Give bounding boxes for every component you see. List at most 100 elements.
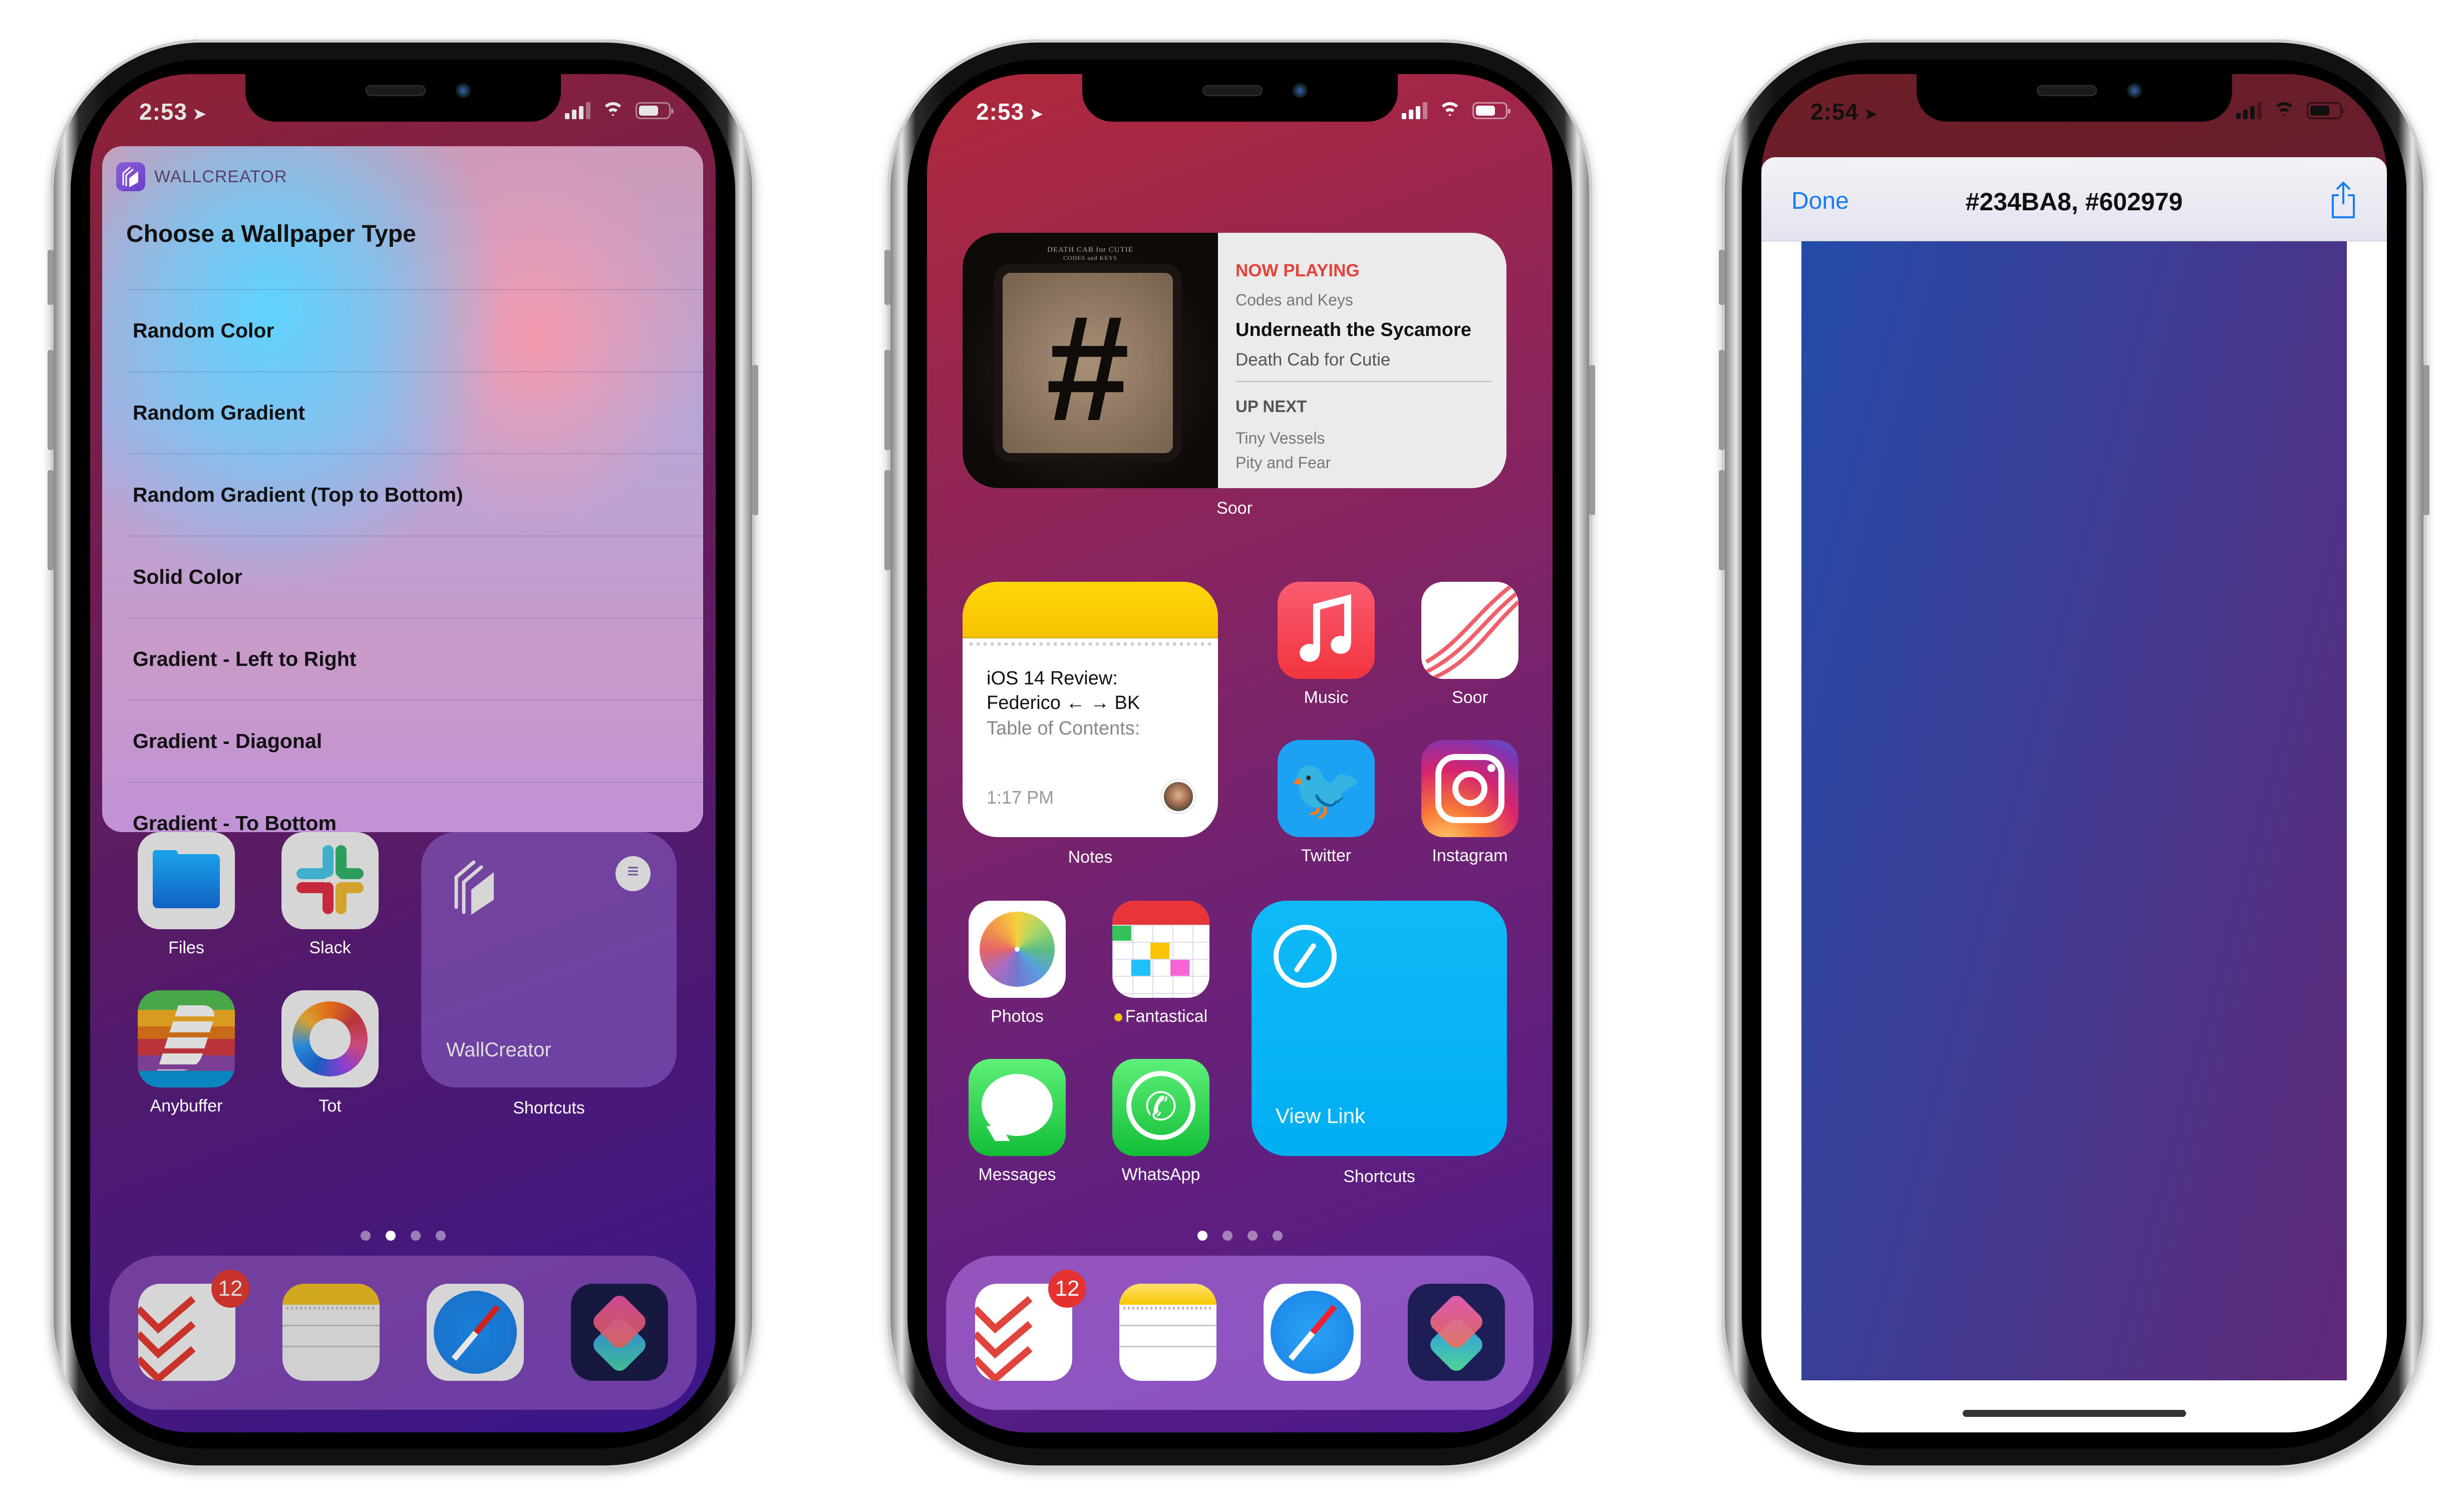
page-dots[interactable] (90, 1231, 716, 1241)
dock: 12 (946, 1256, 1533, 1410)
battery-icon (636, 102, 674, 119)
fantastical-icon (1112, 901, 1209, 998)
side-button (752, 365, 758, 515)
home-indicator[interactable] (1962, 1410, 2186, 1417)
app-tot[interactable]: Tot (281, 990, 379, 1116)
screen-home: 2:53 ➤ DEATH CAB for CUTIE CODES and KEYS … (927, 74, 1553, 1432)
notes-widget[interactable]: iOS 14 Review: Federico ← → BK Table of C… (963, 582, 1218, 837)
message-bubble-icon (615, 856, 651, 891)
menu-item-random-gradient[interactable]: Random Gradient (126, 371, 703, 454)
dock-app-notes[interactable] (1119, 1284, 1216, 1381)
now-playing-label: NOW PLAYING (1236, 261, 1360, 280)
wifi-icon (601, 102, 625, 119)
cellular-signal-icon (2236, 102, 2262, 119)
wifi-icon (2273, 102, 2296, 119)
menu-item-gradient-to-bottom[interactable]: Gradient - To Bottom (126, 782, 703, 832)
artist-name: Death Cab for Cutie (1236, 350, 1391, 369)
app-label: Soor (1452, 688, 1488, 707)
menu-item-gradient-left-to-right[interactable]: Gradient - Left to Right (126, 618, 703, 700)
menu-item-random-gradient-top-to-bottom[interactable]: Random Gradient (Top to Bottom) (126, 454, 703, 536)
shortcuts-icon (1408, 1284, 1505, 1381)
share-icon[interactable] (2331, 181, 2356, 219)
app-label: Music (1304, 688, 1349, 707)
app-slack[interactable]: Slack (281, 832, 379, 958)
avatar (1162, 780, 1195, 813)
page-dot-active[interactable] (1197, 1231, 1207, 1241)
wifi-icon (1438, 102, 1461, 119)
safari-icon (427, 1284, 524, 1381)
dock-app-todoist[interactable]: 12 (975, 1270, 1086, 1381)
page-dot[interactable] (1272, 1231, 1283, 1241)
app-twitter[interactable]: 🐦 Twitter (1278, 740, 1375, 866)
soor-icon (1421, 582, 1518, 679)
phone-frame-2: 2:53 ➤ DEATH CAB for CUTIE CODES and KEYS … (884, 40, 1595, 1468)
app-files[interactable]: Files (138, 832, 235, 958)
whatsapp-icon: ✆ (1112, 1059, 1209, 1156)
view-link-shortcut-widget[interactable]: View Link (1252, 901, 1507, 1156)
app-music[interactable]: Music (1278, 582, 1375, 707)
volume-up-button (48, 350, 54, 450)
app-anybuffer[interactable]: Anybuffer (138, 990, 235, 1116)
anybuffer-icon (138, 990, 235, 1087)
app-label: Instagram (1432, 846, 1508, 865)
volume-up-button (1719, 350, 1725, 450)
page-dot[interactable] (360, 1231, 371, 1241)
status-bar: 2:53 ➤ (90, 98, 716, 128)
dock-app-shortcuts[interactable] (571, 1284, 668, 1381)
dock-app-safari[interactable] (427, 1284, 524, 1381)
app-label: WhatsApp (1121, 1165, 1200, 1184)
page-dot[interactable] (1222, 1231, 1233, 1241)
volume-down-button (1719, 470, 1725, 570)
page-dot[interactable] (410, 1231, 421, 1241)
widget-label: Shortcuts (513, 1098, 585, 1117)
note-title-line1: iOS 14 Review: (987, 668, 1118, 689)
dock-app-safari[interactable] (1264, 1284, 1361, 1381)
menu-title: Choose a Wallpaper Type (126, 221, 416, 247)
page-dot-active[interactable] (385, 1231, 396, 1241)
app-label-text: Fantastical (1125, 1007, 1208, 1026)
preview-title: #234BA8, #602979 (1965, 188, 2183, 216)
dock-app-todoist[interactable]: 12 (138, 1270, 249, 1381)
status-time: 2:53 ➤ (139, 99, 207, 125)
app-fantastical[interactable]: Fantastical (1112, 901, 1209, 1026)
soor-now-playing-widget[interactable]: DEATH CAB for CUTIE CODES and KEYS # NOW … (963, 233, 1506, 488)
menu-item-random-color[interactable]: Random Color (126, 289, 703, 371)
volume-up-button (884, 350, 890, 450)
gradient-preview-image (1801, 241, 2347, 1380)
volume-down-button (884, 470, 890, 570)
menu-item-solid-color[interactable]: Solid Color (126, 536, 703, 618)
wallpaper-type-menu: WALLCREATOR Choose a Wallpaper Type Rand… (102, 146, 703, 832)
app-label: Slack (309, 938, 351, 957)
app-messages[interactable]: Messages (969, 1059, 1066, 1185)
note-time: 1:17 PM (987, 787, 1054, 808)
widget-label: Notes (1068, 848, 1113, 867)
app-instagram[interactable]: Instagram (1421, 740, 1518, 866)
cellular-signal-icon (565, 102, 590, 119)
page-dot[interactable] (1247, 1231, 1258, 1241)
wallcreator-shortcut-widget[interactable]: WallCreator (421, 832, 677, 1087)
widget-shortcut-name: View Link (1276, 1104, 1365, 1128)
dock: 12 (109, 1256, 697, 1410)
status-bar: 2:54 ➤ (1761, 98, 2387, 128)
app-photos[interactable]: Photos (969, 901, 1066, 1026)
widget-label: Soor (1216, 499, 1253, 518)
divider (1236, 381, 1491, 382)
wallcreator-app-icon (116, 162, 145, 191)
menu-item-gradient-diagonal[interactable]: Gradient - Diagonal (126, 700, 703, 782)
page-dot[interactable] (435, 1231, 446, 1241)
app-soor[interactable]: Soor (1421, 582, 1518, 707)
note-subtitle: Table of Contents: (987, 717, 1140, 739)
twitter-icon: 🐦 (1278, 740, 1375, 837)
app-label: Messages (978, 1165, 1056, 1184)
page-dots[interactable] (927, 1231, 1553, 1241)
app-label: Twitter (1301, 846, 1352, 865)
files-icon (138, 832, 235, 929)
dock-app-notes[interactable] (282, 1284, 380, 1381)
album-art: DEATH CAB for CUTIE CODES and KEYS # (963, 233, 1218, 488)
music-icon (1278, 582, 1375, 679)
new-dot-indicator (1114, 1013, 1122, 1022)
app-whatsapp[interactable]: ✆ WhatsApp (1112, 1059, 1209, 1185)
battery-icon (2307, 102, 2345, 119)
dock-app-shortcuts[interactable] (1408, 1284, 1505, 1381)
album-art-artist-text: DEATH CAB for CUTIE (1047, 246, 1133, 254)
